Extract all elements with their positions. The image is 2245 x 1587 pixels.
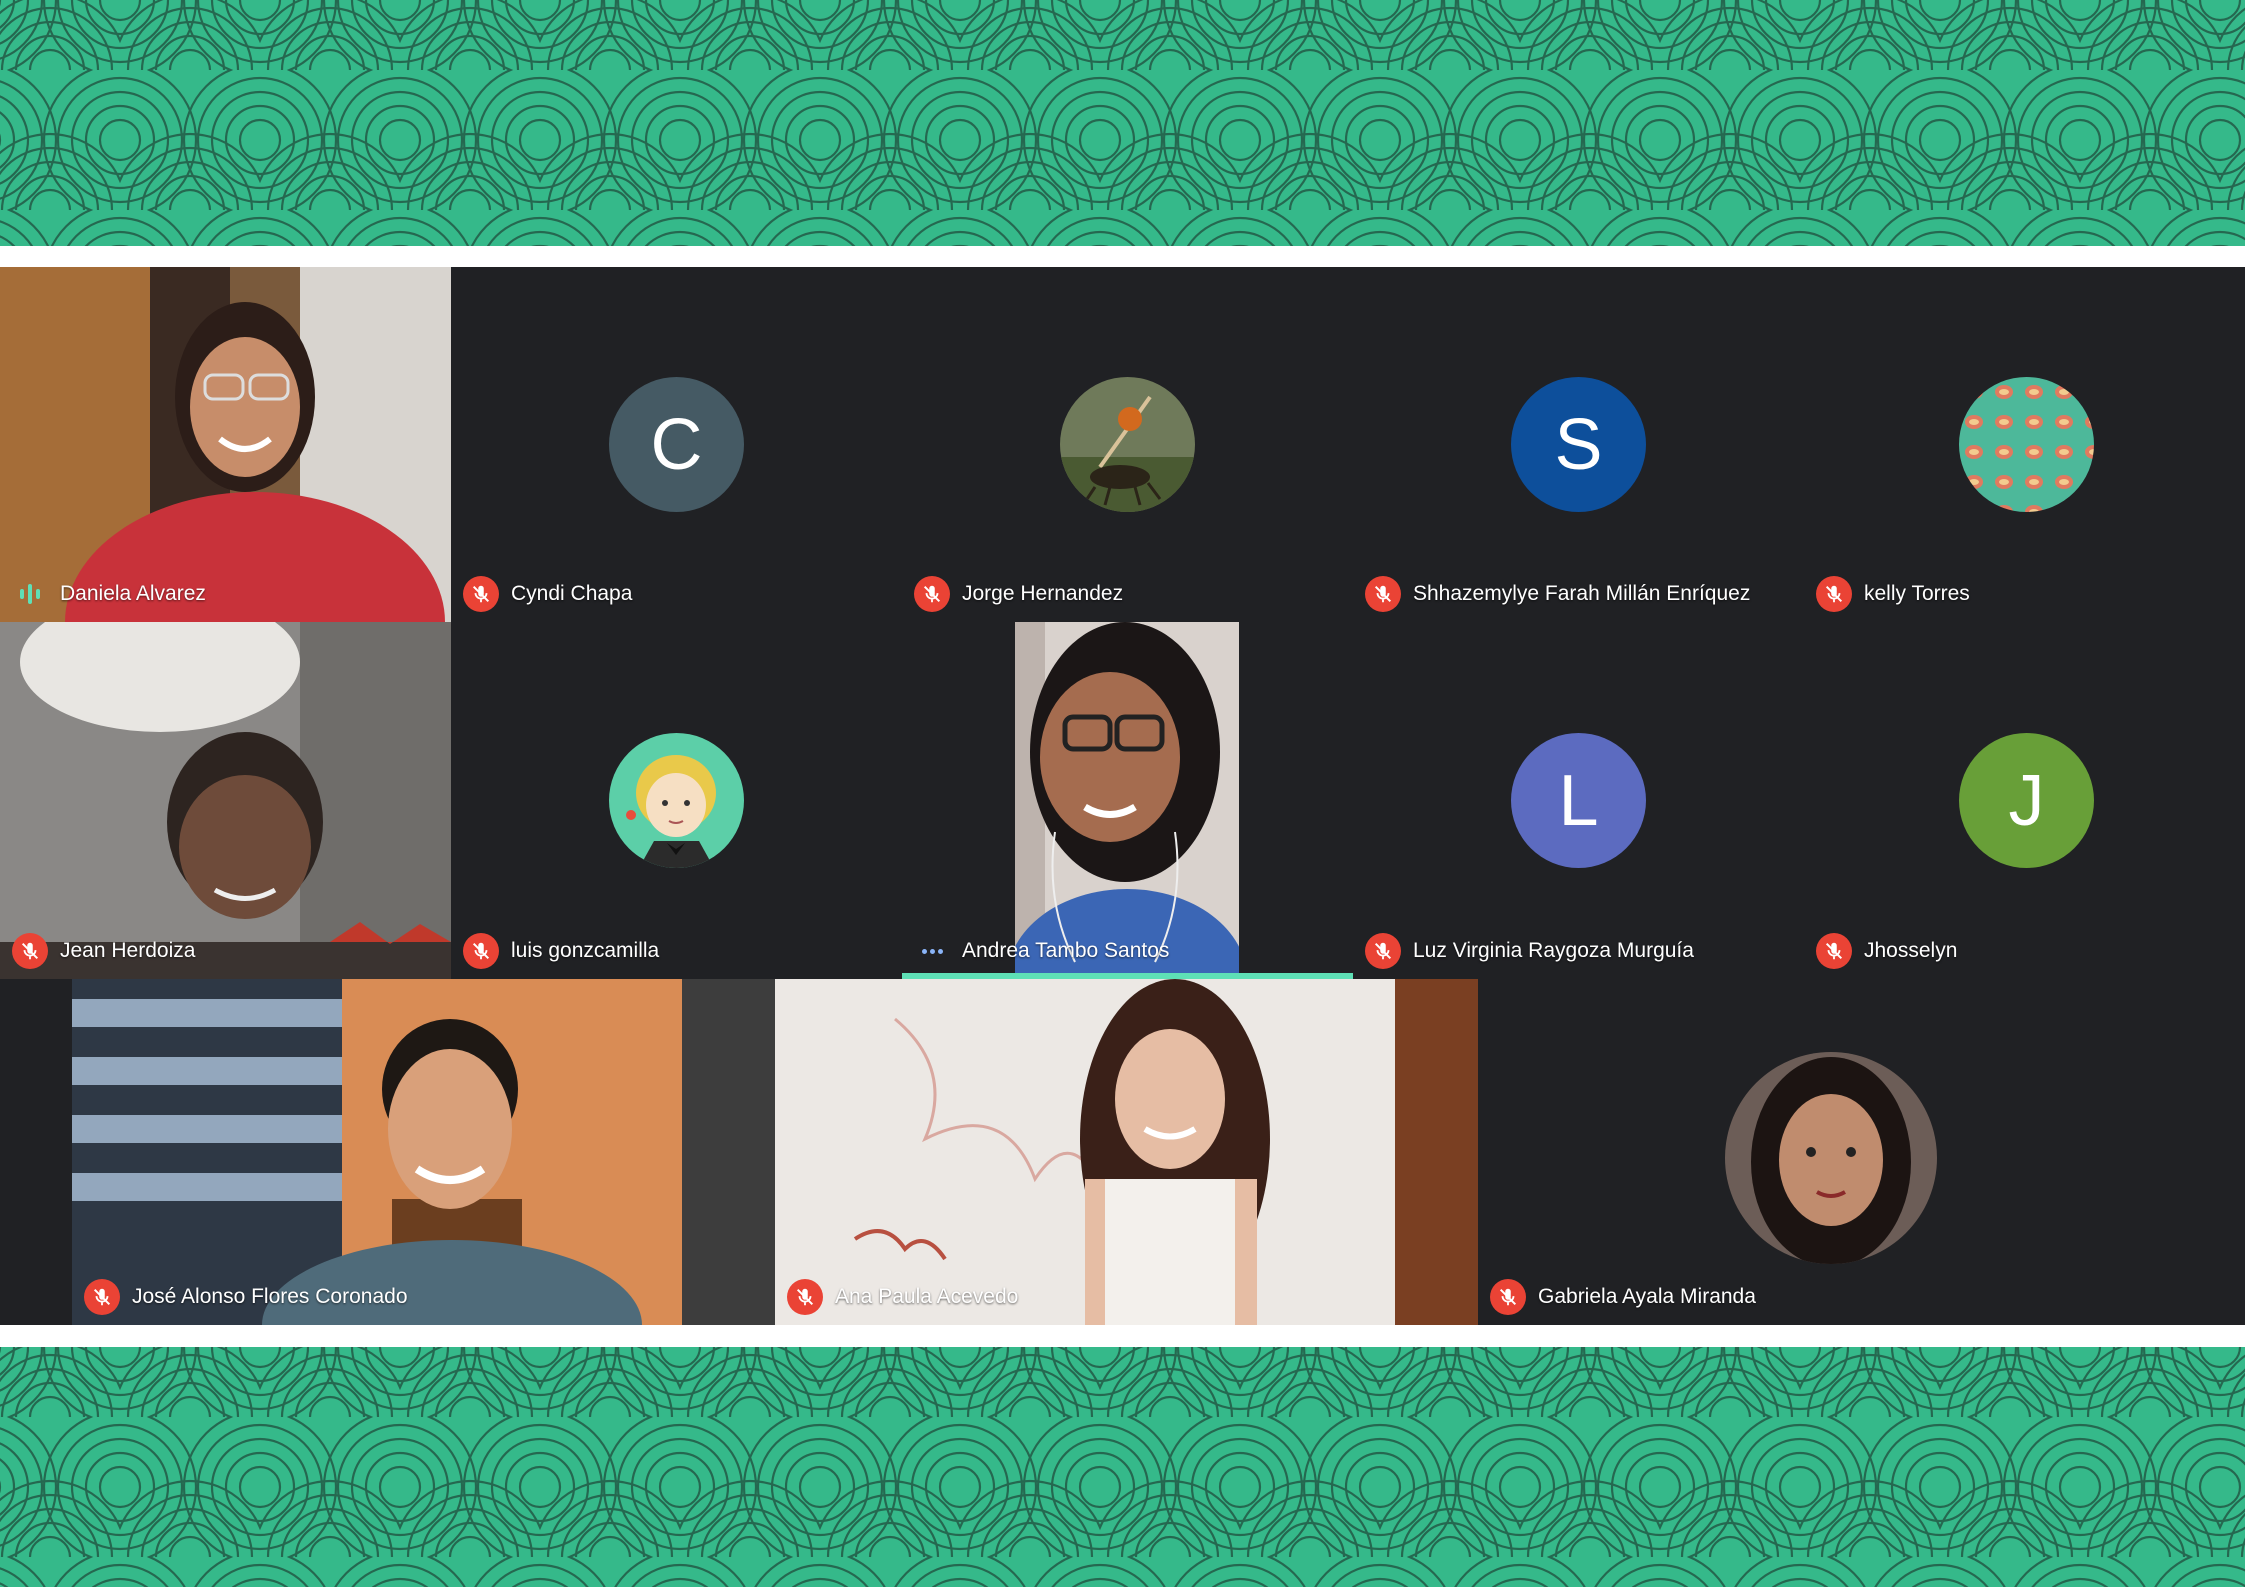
participant-label: Andrea Tambo Santos [914, 933, 1169, 969]
participant-name: kelly Torres [1864, 582, 1970, 605]
avatar [1060, 377, 1195, 512]
avatar: C [609, 377, 744, 512]
participant-label: Jean Herdoiza [12, 933, 195, 969]
participant-label: Luz Virginia Raygoza Murguía [1365, 933, 1694, 969]
speaking-indicator-icon [12, 576, 48, 612]
mic-off-icon [787, 1279, 823, 1315]
participant-label: Ana Paula Acevedo [787, 1279, 1018, 1315]
participant-name: luis gonzcamilla [511, 939, 660, 962]
mic-off-icon [1365, 576, 1401, 612]
mic-off-icon [1365, 933, 1401, 969]
participant-name: Jhosselyn [1864, 939, 1958, 962]
mic-off-icon [914, 576, 950, 612]
camera-feed [72, 979, 775, 1325]
mic-off-icon [1816, 933, 1852, 969]
participant-tile-jose-alonso-flores-coronado[interactable]: José Alonso Flores Coronado [72, 979, 775, 1325]
participant-label: luis gonzcamilla [463, 933, 659, 969]
avatar [609, 733, 744, 868]
mic-off-icon [463, 576, 499, 612]
avatar: J [1959, 733, 2094, 868]
avatar: L [1511, 733, 1646, 868]
participant-name: Shhazemylye Farah Millán Enríquez [1413, 582, 1751, 605]
participant-tile-daniela-alvarez[interactable]: Daniela Alvarez [0, 267, 451, 622]
participant-label: Daniela Alvarez [12, 576, 206, 612]
participant-tile-shhazemylye-farah-millan-enriquez[interactable]: S Shhazemylye Farah Millán Enríquez [1353, 267, 1804, 622]
participant-tile-jean-herdoiza[interactable]: Jean Herdoiza [0, 622, 451, 979]
mic-off-icon [1490, 1279, 1526, 1315]
participant-tile-kelly-torres[interactable]: kelly Torres [1804, 267, 2245, 622]
participant-name: Gabriela Ayala Miranda [1538, 1285, 1756, 1308]
participant-label: kelly Torres [1816, 576, 1970, 612]
participant-tile-jhosselyn[interactable]: J Jhosselyn [1804, 622, 2245, 979]
participant-tile-andrea-tambo-santos[interactable]: Andrea Tambo Santos [902, 622, 1353, 979]
avatar [1725, 1052, 1937, 1264]
participant-name: Ana Paula Acevedo [835, 1285, 1019, 1308]
participant-name: Cyndi Chapa [511, 582, 633, 605]
participant-label: Shhazemylye Farah Millán Enríquez [1365, 576, 1750, 612]
participant-label: José Alonso Flores Coronado [84, 1279, 408, 1315]
participant-tile-jorge-hernandez[interactable]: Jorge Hernandez [902, 267, 1353, 622]
participant-tile-luis-gonzcamilla[interactable]: luis gonzcamilla [451, 622, 902, 979]
camera-feed [775, 979, 1478, 1325]
participant-label: Gabriela Ayala Miranda [1490, 1279, 1756, 1315]
participant-label: Cyndi Chapa [463, 576, 632, 612]
participant-name: Luz Virginia Raygoza Murguía [1413, 939, 1694, 962]
mic-off-icon [463, 933, 499, 969]
mic-off-icon [12, 933, 48, 969]
participant-tile-luz-virginia-raygoza-murguia[interactable]: L Luz Virginia Raygoza Murguía [1353, 622, 1804, 979]
mic-off-icon [1816, 576, 1852, 612]
bottom-decorative-banner [0, 1347, 2245, 1587]
participant-tile-ana-paula-acevedo[interactable]: Ana Paula Acevedo [775, 979, 1478, 1325]
camera-feed [0, 267, 451, 622]
more-options-icon[interactable] [914, 933, 950, 969]
top-decorative-banner [0, 0, 2245, 246]
participant-name: Andrea Tambo Santos [962, 939, 1170, 962]
participant-label: Jorge Hernandez [914, 576, 1123, 612]
participant-tile-gabriela-ayala-miranda[interactable]: Gabriela Ayala Miranda [1478, 979, 2183, 1325]
avatar [1959, 377, 2094, 512]
participant-tile-cyndi-chapa[interactable]: C Cyndi Chapa [451, 267, 902, 622]
camera-feed [1015, 622, 1239, 979]
participant-name: Jorge Hernandez [962, 582, 1124, 605]
mic-off-icon [84, 1279, 120, 1315]
participant-label: Jhosselyn [1816, 933, 1957, 969]
participant-name: Daniela Alvarez [60, 582, 206, 605]
participant-name: Jean Herdoiza [60, 939, 196, 962]
avatar: S [1511, 377, 1646, 512]
camera-feed [0, 622, 451, 979]
participant-name: José Alonso Flores Coronado [132, 1285, 408, 1308]
